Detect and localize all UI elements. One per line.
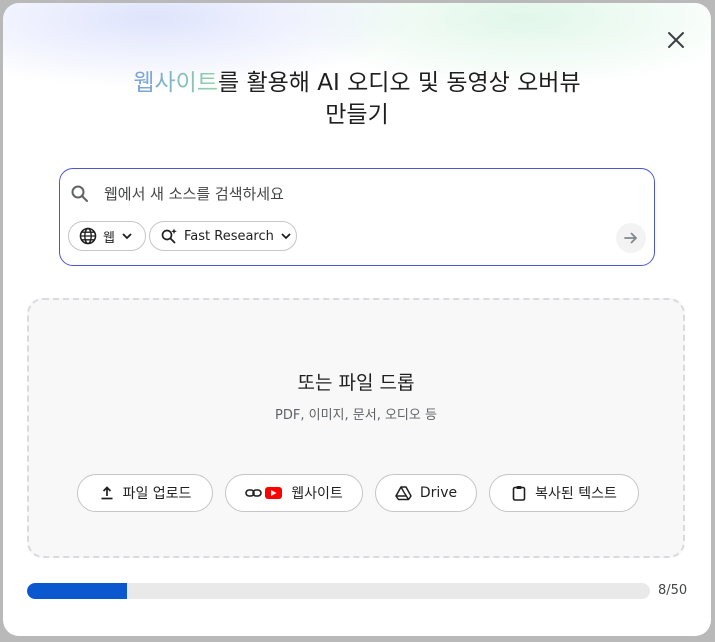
source-limit-progress-fill [27,583,127,599]
copied-text-label: 복사된 텍스트 [535,486,617,502]
search-icon [71,185,88,202]
website-label: 웹사이트 [291,486,343,502]
chevron-down-icon [121,230,133,242]
source-count-label: 8/50 [658,583,688,598]
website-button[interactable]: 웹사이트 [225,474,363,512]
create-overview-dialog: 웹사이트를 활용해 AI 오디오 및 동영상 오버뷰 만들기 웹에서 새 소스를… [3,3,711,636]
source-select[interactable]: 웹 [68,221,146,251]
search-box[interactable]: 웹에서 새 소스를 검색하세요 웹 Fast Research [59,168,655,266]
chevron-down-icon [280,230,292,242]
research-mode-select[interactable]: Fast Research [149,221,297,251]
source-select-label: 웹 [103,230,115,246]
title-line2: 만들기 [325,102,389,128]
link-youtube-icon [245,485,283,501]
title-highlight: 웹사이트 [133,70,218,96]
dropzone-title: 또는 파일 드롭 [297,372,415,394]
dialog-title: 웹사이트를 활용해 AI 오디오 및 동영상 오버뷰 만들기 [3,67,711,131]
upload-icon [99,485,115,501]
clipboard-icon [511,485,527,501]
dropzone-subtitle: PDF, 이미지, 문서, 오디오 등 [275,408,437,423]
drive-icon [395,485,412,501]
research-mode-label: Fast Research [184,228,274,244]
sparkle-search-icon [161,228,177,244]
drive-button[interactable]: Drive [375,474,477,512]
drive-label: Drive [419,485,458,501]
submit-search-button[interactable] [616,223,646,253]
upload-file-button[interactable]: 파일 업로드 [77,474,213,512]
close-button[interactable] [661,25,691,55]
globe-icon [79,227,97,245]
arrow-right-icon [624,232,638,244]
close-icon [668,32,684,48]
source-limit-progress [27,583,650,599]
search-input[interactable]: 웹에서 새 소스를 검색하세요 [104,183,284,204]
copied-text-button[interactable]: 복사된 텍스트 [489,474,639,512]
file-dropzone[interactable]: 또는 파일 드롭 PDF, 이미지, 문서, 오디오 등 파일 업로드 웹사이트… [27,298,685,558]
title-text: 를 활용해 AI 오디오 및 동영상 오버뷰 [218,70,581,96]
upload-file-label: 파일 업로드 [122,486,192,502]
